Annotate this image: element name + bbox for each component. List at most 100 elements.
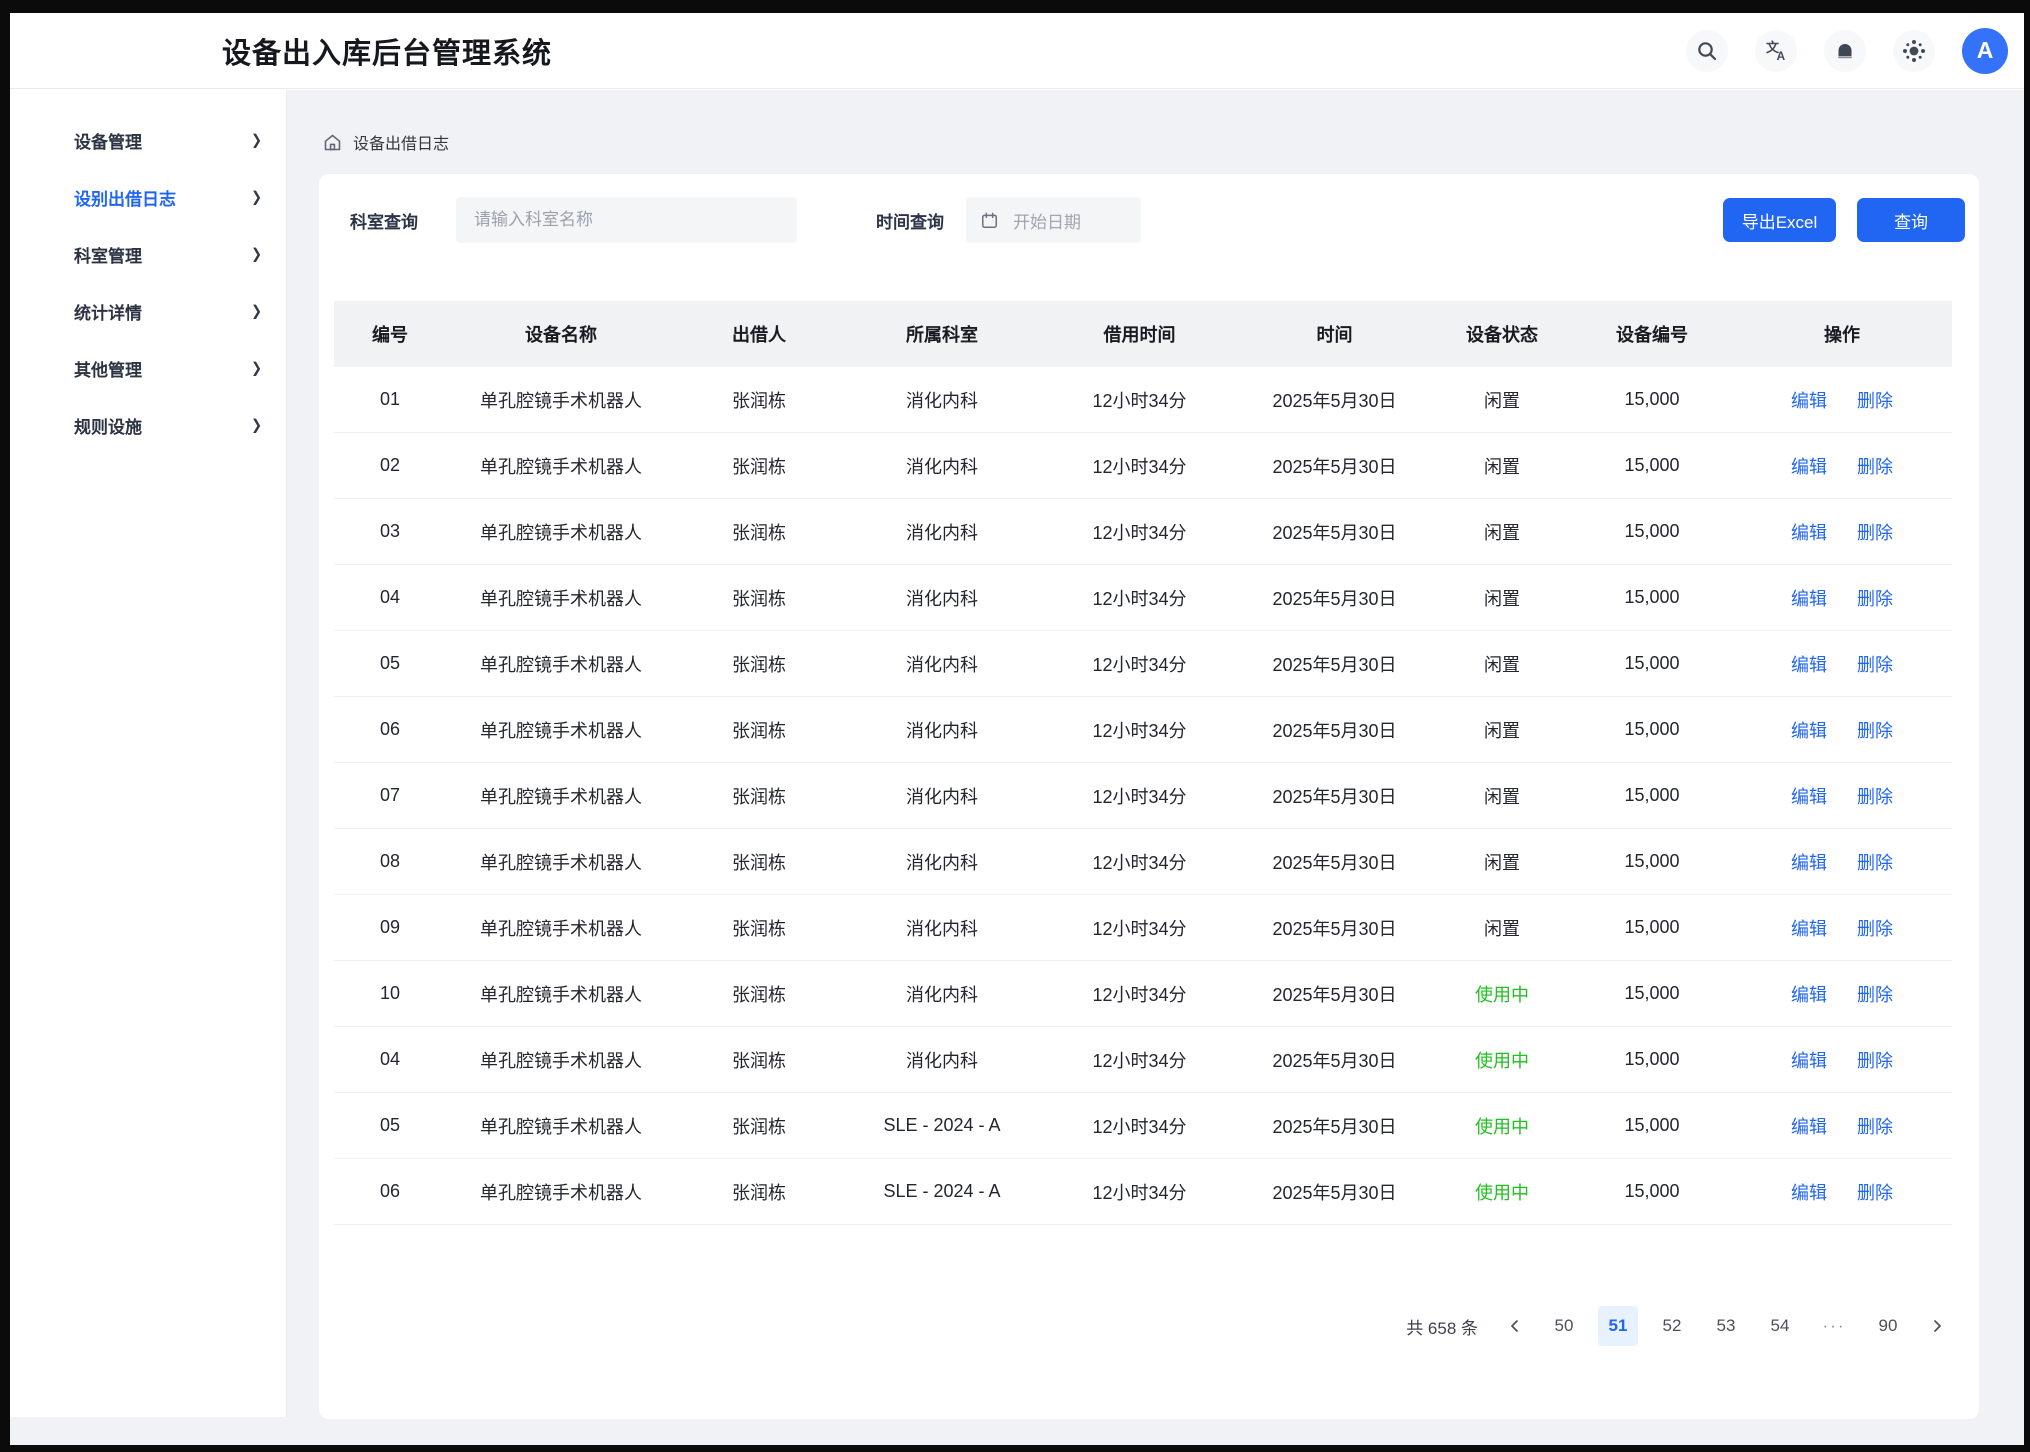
device-name: 单孔腔镜手术机器人 xyxy=(446,1047,676,1073)
edit-link[interactable]: 编辑 xyxy=(1791,915,1827,941)
edit-link[interactable]: 编辑 xyxy=(1791,453,1827,479)
row-id: 01 xyxy=(334,389,446,410)
delete-link[interactable]: 删除 xyxy=(1857,717,1893,743)
row-actions: 编辑 删除 xyxy=(1732,387,1952,413)
department: 消化内科 xyxy=(842,717,1042,743)
edit-link[interactable]: 编辑 xyxy=(1791,387,1827,413)
borrower: 张润栋 xyxy=(676,915,842,941)
query-button[interactable]: 查询 xyxy=(1857,198,1965,242)
borrower: 张润栋 xyxy=(676,651,842,677)
edit-link[interactable]: 编辑 xyxy=(1791,1179,1827,1205)
sidebar-item[interactable]: 统计详情❯ xyxy=(10,289,286,333)
borrow-duration: 12小时34分 xyxy=(1042,849,1237,875)
table-row: 04单孔腔镜手术机器人张润栋消化内科12小时34分2025年5月30日闲置15,… xyxy=(334,565,1952,631)
borrower: 张润栋 xyxy=(676,1179,842,1205)
edit-link[interactable]: 编辑 xyxy=(1791,1113,1827,1139)
pagination-page[interactable]: 54 xyxy=(1760,1306,1800,1346)
device-code: 15,000 xyxy=(1572,653,1732,674)
borrower: 张润栋 xyxy=(676,981,842,1007)
pagination-page[interactable]: 90 xyxy=(1868,1306,1908,1346)
edit-link[interactable]: 编辑 xyxy=(1791,981,1827,1007)
delete-link[interactable]: 删除 xyxy=(1857,849,1893,875)
delete-link[interactable]: 删除 xyxy=(1857,651,1893,677)
edit-link[interactable]: 编辑 xyxy=(1791,651,1827,677)
delete-link[interactable]: 删除 xyxy=(1857,915,1893,941)
device-code: 15,000 xyxy=(1572,587,1732,608)
borrow-duration: 12小时34分 xyxy=(1042,651,1237,677)
content-card: 科室查询 时间查询 开始日期 导出Excel 查询 编号设备名称出借人所属科室借 xyxy=(319,174,1979,1419)
pagination: 共 658 条 5051525354···90 xyxy=(1406,1304,1952,1348)
row-id: 05 xyxy=(334,653,446,674)
table-row: 08单孔腔镜手术机器人张润栋消化内科12小时34分2025年5月30日闲置15,… xyxy=(334,829,1952,895)
delete-link[interactable]: 删除 xyxy=(1857,1047,1893,1073)
app-window: 设备出入库后台管理系统 文 A xyxy=(10,13,2024,1445)
row-actions: 编辑 删除 xyxy=(1732,1113,1952,1139)
sidebar-item[interactable]: 科室管理❯ xyxy=(10,232,286,276)
pagination-page[interactable]: 53 xyxy=(1706,1306,1746,1346)
pagination-page[interactable]: 51 xyxy=(1598,1306,1638,1346)
brightness-icon[interactable] xyxy=(1893,30,1935,72)
device-status: 使用中 xyxy=(1432,981,1572,1007)
delete-link[interactable]: 删除 xyxy=(1857,453,1893,479)
delete-link[interactable]: 删除 xyxy=(1857,519,1893,545)
edit-link[interactable]: 编辑 xyxy=(1791,585,1827,611)
svg-text:A: A xyxy=(1777,49,1786,63)
dept-query-label: 科室查询 xyxy=(350,197,418,243)
device-status: 闲置 xyxy=(1432,651,1572,677)
pagination-next-icon[interactable] xyxy=(1922,1306,1952,1346)
sidebar-menu: 设备管理❯设别出借日志❯科室管理❯统计详情❯其他管理❯规则设施❯ xyxy=(10,118,286,447)
row-actions: 编辑 删除 xyxy=(1732,1047,1952,1073)
delete-link[interactable]: 删除 xyxy=(1857,585,1893,611)
delete-link[interactable]: 删除 xyxy=(1857,981,1893,1007)
dept-search-input[interactable] xyxy=(456,197,797,243)
device-code: 15,000 xyxy=(1572,785,1732,806)
device-status: 闲置 xyxy=(1432,519,1572,545)
delete-link[interactable]: 删除 xyxy=(1857,387,1893,413)
borrower: 张润栋 xyxy=(676,519,842,545)
column-header: 借用时间 xyxy=(1042,321,1237,347)
delete-link[interactable]: 删除 xyxy=(1857,1113,1893,1139)
borrow-date: 2025年5月30日 xyxy=(1237,717,1432,743)
sidebar-item-label: 其他管理 xyxy=(74,356,142,381)
search-icon[interactable] xyxy=(1686,30,1728,72)
sidebar-item[interactable]: 设别出借日志❯ xyxy=(10,175,286,219)
column-header: 编号 xyxy=(334,321,446,347)
user-avatar[interactable]: A xyxy=(1962,28,2008,74)
chevron-right-icon: ❯ xyxy=(251,188,262,206)
row-actions: 编辑 删除 xyxy=(1732,849,1952,875)
device-name: 单孔腔镜手术机器人 xyxy=(446,519,676,545)
pagination-page[interactable]: 50 xyxy=(1544,1306,1584,1346)
row-id: 06 xyxy=(334,719,446,740)
borrow-date: 2025年5月30日 xyxy=(1237,915,1432,941)
row-actions: 编辑 删除 xyxy=(1732,585,1952,611)
edit-link[interactable]: 编辑 xyxy=(1791,783,1827,809)
sidebar-item[interactable]: 规则设施 ❯ xyxy=(10,403,286,447)
pagination-prev-icon[interactable] xyxy=(1500,1306,1530,1346)
pagination-page[interactable]: 52 xyxy=(1652,1306,1692,1346)
department: 消化内科 xyxy=(842,453,1042,479)
device-name: 单孔腔镜手术机器人 xyxy=(446,585,676,611)
translate-icon[interactable]: 文 A xyxy=(1755,30,1797,72)
edit-link[interactable]: 编辑 xyxy=(1791,717,1827,743)
chevron-right-icon: ❯ xyxy=(251,416,262,434)
device-log-table: 编号设备名称出借人所属科室借用时间时间设备状态设备编号操作 01单孔腔镜手术机器… xyxy=(334,301,1952,1225)
edit-link[interactable]: 编辑 xyxy=(1791,849,1827,875)
export-excel-button[interactable]: 导出Excel xyxy=(1723,198,1836,242)
notification-bell-icon[interactable] xyxy=(1824,30,1866,72)
borrower: 张润栋 xyxy=(676,1047,842,1073)
sidebar-item-label: 规则设施 xyxy=(74,413,142,438)
borrow-duration: 12小时34分 xyxy=(1042,585,1237,611)
device-status: 闲置 xyxy=(1432,585,1572,611)
start-date-picker[interactable]: 开始日期 xyxy=(966,197,1141,243)
sidebar-item[interactable]: 其他管理❯ xyxy=(10,346,286,390)
delete-link[interactable]: 删除 xyxy=(1857,1179,1893,1205)
edit-link[interactable]: 编辑 xyxy=(1791,519,1827,545)
edit-link[interactable]: 编辑 xyxy=(1791,1047,1827,1073)
delete-link[interactable]: 删除 xyxy=(1857,783,1893,809)
header-icons: 文 A A xyxy=(1686,28,2008,74)
department: 消化内科 xyxy=(842,1047,1042,1073)
row-id: 03 xyxy=(334,521,446,542)
table-row: 07单孔腔镜手术机器人张润栋消化内科12小时34分2025年5月30日闲置15,… xyxy=(334,763,1952,829)
sidebar-item[interactable]: 设备管理❯ xyxy=(10,118,286,162)
table-row: 09单孔腔镜手术机器人张润栋消化内科12小时34分2025年5月30日闲置15,… xyxy=(334,895,1952,961)
